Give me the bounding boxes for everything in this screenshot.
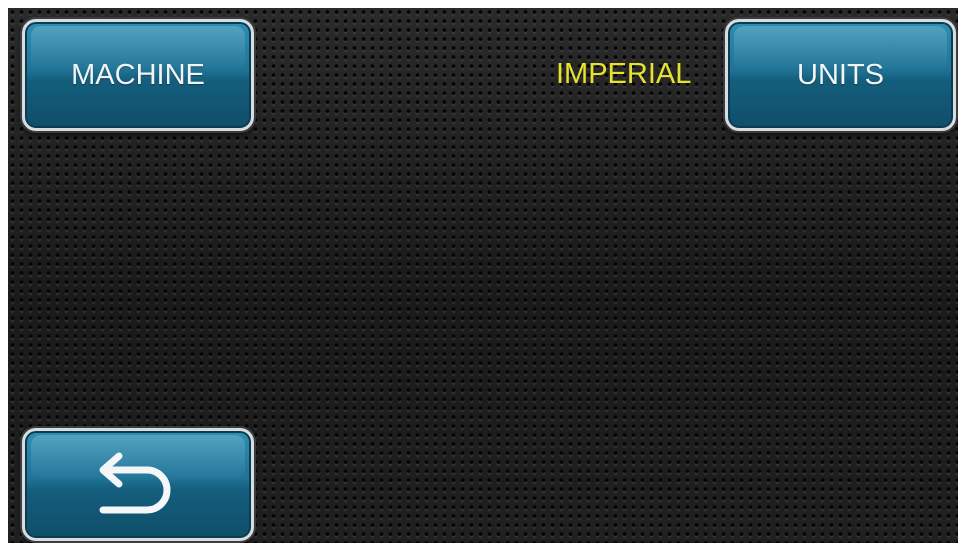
- machine-button[interactable]: MACHINE: [22, 19, 254, 131]
- back-button[interactable]: [22, 428, 254, 541]
- units-value-label: IMPERIAL: [556, 58, 692, 90]
- machine-button-label: MACHINE: [71, 58, 205, 91]
- units-button[interactable]: UNITS: [725, 19, 956, 131]
- units-button-label: UNITS: [797, 58, 884, 91]
- back-arrow-icon: [99, 452, 171, 513]
- settings-screen: MACHINE IMPERIAL UNITS: [8, 8, 958, 543]
